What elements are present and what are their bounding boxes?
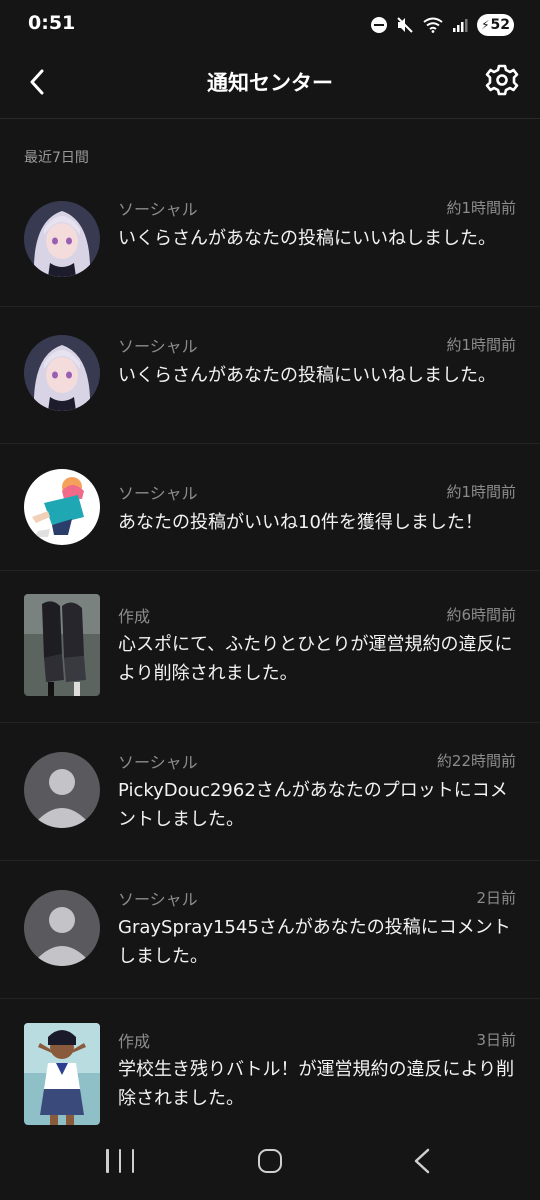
avatar[interactable] (24, 201, 100, 277)
recents-bar (106, 1149, 109, 1173)
avatar[interactable] (24, 752, 100, 828)
notification-message: 心スポにて、ふたりとひとりが運営規約の違反により削除されました。 (118, 634, 513, 684)
notification-item[interactable]: 作成 3日前 学校生き残りバトル！が運営規約の違反により削除されました。 (0, 999, 540, 1139)
app-header: 通知センター (0, 50, 540, 119)
anime-girl-avatar-image (24, 201, 100, 277)
notification-message: PickyDouc2962さんがあなたのプロットにコメントしました。 (118, 780, 508, 830)
notification-time: 約22時間前 (436, 752, 516, 770)
notification-list: ソーシャル 約1時間前 いくらさんがあなたの投稿にいいねしました。 ソーシャル … (0, 170, 540, 1139)
wifi-icon (423, 17, 443, 33)
notification-category: ソーシャル (118, 337, 198, 356)
avatar[interactable] (24, 469, 100, 545)
default-user-icon (24, 890, 100, 966)
avatar[interactable] (24, 335, 100, 411)
settings-button[interactable] (482, 60, 522, 100)
story-thumbnail-image (24, 1023, 100, 1125)
notification-item[interactable]: ソーシャル 2日前 GraySpray1545さんがあなたの投稿にコメントしまし… (0, 861, 540, 999)
notification-message: あなたの投稿がいいね10件を獲得しました！ (118, 512, 483, 533)
notification-time: 約1時間前 (446, 483, 516, 501)
mute-icon (397, 17, 413, 33)
notification-category: 作成 (118, 1032, 151, 1051)
notification-time: 2日前 (476, 889, 516, 907)
do-not-disturb-icon (371, 17, 388, 33)
gear-icon (485, 64, 519, 96)
status-bar: 0:51 ⚡ 52 (0, 0, 540, 50)
thumbnail[interactable] (24, 594, 100, 696)
avatar[interactable] (24, 890, 100, 966)
notification-message: いくらさんがあなたの投稿にいいねしました。 (118, 228, 496, 249)
battery-level: 52 (490, 17, 510, 33)
status-icons: ⚡ 52 (371, 13, 514, 37)
notification-message: GraySpray1545さんがあなたの投稿にコメントしました。 (118, 917, 511, 967)
notification-time: 3日前 (476, 1031, 516, 1049)
section-label: 最近7日間 (24, 150, 89, 166)
notification-item[interactable]: ソーシャル 約1時間前 いくらさんがあなたの投稿にいいねしました。 (0, 307, 540, 444)
battery-indicator: ⚡ 52 (477, 14, 514, 36)
recents-bar (131, 1149, 134, 1173)
home-button[interactable] (258, 1149, 282, 1173)
notification-category: ソーシャル (118, 890, 198, 909)
notification-item[interactable]: ソーシャル 約22時間前 PickyDouc2962さんがあなたのプロットにコメ… (0, 723, 540, 861)
notification-item[interactable]: 作成 約6時間前 心スポにて、ふたりとひとりが運営規約の違反により削除されました… (0, 571, 540, 723)
notification-time: 約1時間前 (446, 199, 516, 217)
notification-message: 学校生き残りバトル！が運営規約の違反により削除されました。 (118, 1059, 515, 1109)
signal-icon (453, 19, 468, 32)
status-time: 0:51 (28, 12, 76, 34)
notification-category: ソーシャル (118, 484, 198, 503)
notification-category: ソーシャル (118, 200, 198, 219)
default-user-icon (24, 752, 100, 828)
notification-message: いくらさんがあなたの投稿にいいねしました。 (118, 365, 496, 386)
anime-girl-avatar-image (24, 335, 100, 411)
notification-time: 約1時間前 (446, 336, 516, 354)
notification-category: ソーシャル (118, 753, 198, 772)
recents-button[interactable] (106, 1149, 134, 1173)
anime-character-avatar-image (24, 469, 100, 545)
notification-time: 約6時間前 (446, 606, 516, 624)
charging-icon: ⚡ (481, 18, 490, 32)
notification-item[interactable]: ソーシャル 約1時間前 あなたの投稿がいいね10件を獲得しました！ (0, 444, 540, 571)
recents-bar (118, 1149, 122, 1173)
notification-category: 作成 (118, 607, 151, 626)
notification-item[interactable]: ソーシャル 約1時間前 いくらさんがあなたの投稿にいいねしました。 (0, 170, 540, 307)
story-thumbnail-image (24, 594, 100, 696)
page-title: 通知センター (207, 71, 333, 95)
nav-back-icon[interactable] (410, 1148, 434, 1174)
thumbnail[interactable] (24, 1023, 100, 1125)
system-nav-bar (0, 1126, 540, 1200)
